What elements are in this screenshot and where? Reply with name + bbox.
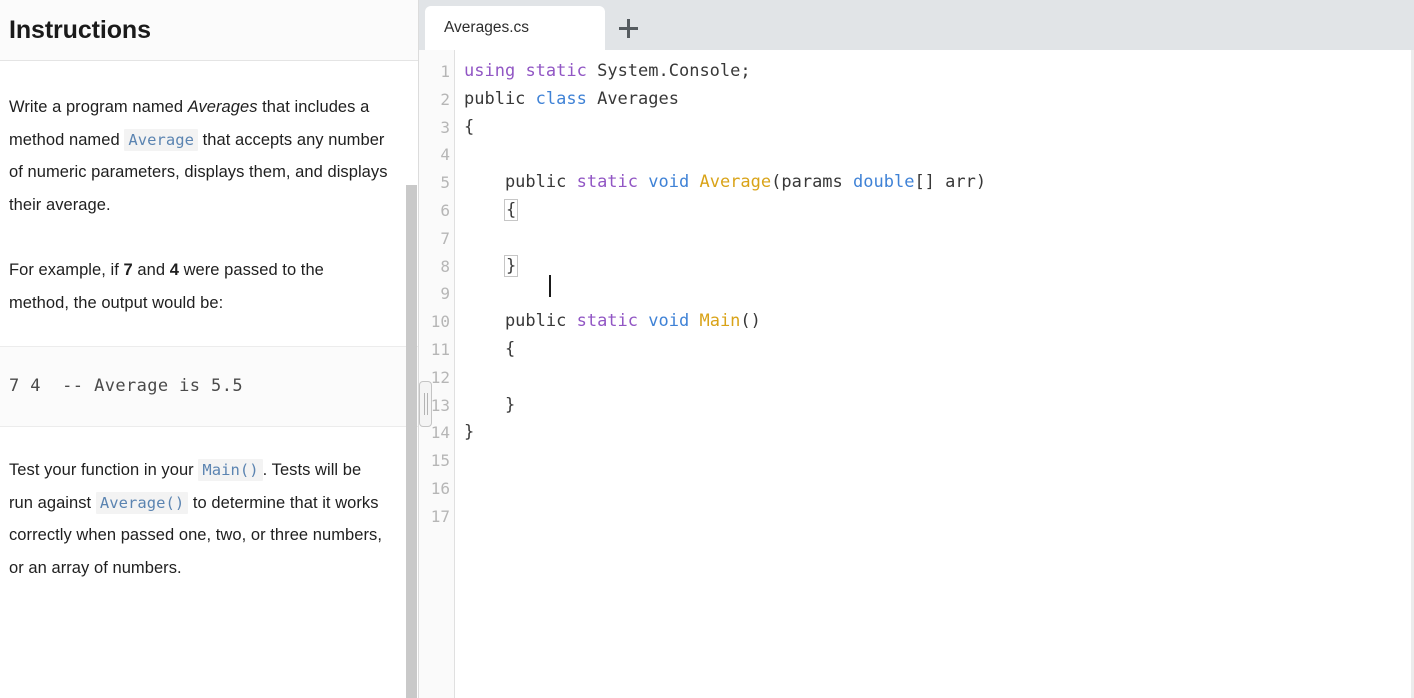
sample-output-text: 7 4 -- Average is 5.5 xyxy=(9,376,243,396)
text-caret xyxy=(549,275,551,297)
drag-handle-icon xyxy=(426,393,428,415)
line-number: 7 xyxy=(440,228,450,248)
line-number: 16 xyxy=(430,478,450,498)
code-token: [] arr) xyxy=(914,172,987,193)
code-token: Average xyxy=(699,172,772,193)
paragraph1-before-emphasis: Write a program named xyxy=(9,98,188,116)
code-token: Main xyxy=(699,311,741,332)
code-token: System.Console; xyxy=(586,61,751,81)
matching-brace: } xyxy=(503,254,519,277)
line-number: 2 xyxy=(440,89,450,109)
paragraph2-between-numbers: and xyxy=(132,261,170,279)
instructions-tail: Test your function in your Main(). Tests… xyxy=(0,427,418,584)
line-number: 8 xyxy=(440,256,450,276)
code-token: static xyxy=(576,311,639,332)
paragraph2-before-first-number: For example, if xyxy=(9,261,124,279)
code-line: public static void Average(params double… xyxy=(464,169,1414,197)
line-number: 10 xyxy=(430,312,450,332)
sample-output-block: 7 4 -- Average is 5.5 xyxy=(0,346,418,427)
code-token: { xyxy=(464,338,516,359)
code-line: public static void Main() xyxy=(464,308,1414,336)
instructions-panel: Instructions Write a program named Avera… xyxy=(0,0,419,698)
code-area[interactable]: 1 2 3 4 5 6 7 8 9 10 11 12 13 14 15 16 17 using static S… xyxy=(419,50,1414,698)
code-line: } xyxy=(464,253,1414,281)
line-number: 11 xyxy=(430,339,450,359)
instructions-scrollbar[interactable] xyxy=(406,185,417,698)
code-token: { xyxy=(464,116,475,137)
code-token: Averages xyxy=(586,88,679,109)
instruction-paragraph-1: Write a program named Averages that incl… xyxy=(0,61,418,221)
instructions-body: Write a program named Averages that incl… xyxy=(0,61,418,698)
tab-averages-cs[interactable]: Averages.cs xyxy=(425,6,605,50)
code-token: static xyxy=(576,172,639,193)
new-tab-button[interactable] xyxy=(605,6,651,50)
page-title: Instructions xyxy=(9,15,151,44)
editor-tabbar: Averages.cs xyxy=(419,0,1414,50)
code-token: static xyxy=(525,61,587,81)
code-token: public xyxy=(464,172,577,193)
line-number: 3 xyxy=(440,117,450,137)
code-editor-panel: Averages.cs 1 2 3 4 5 6 7 8 9 10 11 12 13 14 15 16 17 us… xyxy=(419,0,1414,698)
line-number: 9 xyxy=(440,284,450,304)
code-line: } xyxy=(464,392,1414,420)
code-line: { xyxy=(464,114,1414,142)
plus-icon xyxy=(618,18,638,38)
code-line: public class Averages xyxy=(464,86,1414,114)
instructions-header: Instructions xyxy=(0,0,418,61)
paragraph2-number-four: 4 xyxy=(169,261,179,279)
code-token: public xyxy=(464,88,536,109)
panel-splitter-handle[interactable] xyxy=(419,381,432,427)
code-token: (params xyxy=(771,172,854,193)
code-content[interactable]: using static System.Console; public class… xyxy=(455,50,1414,698)
inline-code-main: Main() xyxy=(198,459,263,481)
instruction-paragraph-2: For example, if 7 and 4 were passed to t… xyxy=(0,221,418,319)
line-number: 6 xyxy=(440,200,450,220)
line-number: 1 xyxy=(440,62,450,81)
code-line: { xyxy=(464,336,1414,364)
code-token: using xyxy=(464,61,516,81)
code-token: void xyxy=(648,172,690,193)
paragraph2-number-seven: 7 xyxy=(123,261,133,279)
line-number: 17 xyxy=(430,506,450,526)
inline-code-average: Average xyxy=(124,128,198,151)
code-line: using static System.Console; xyxy=(464,58,1414,86)
line-number: 4 xyxy=(440,145,450,165)
instruction-paragraph-3: Test your function in your Main(). Tests… xyxy=(0,454,418,584)
drag-handle-icon xyxy=(423,393,425,415)
code-token: } xyxy=(464,422,475,443)
line-number: 15 xyxy=(430,451,450,471)
paragraph1-program-name: Averages xyxy=(187,98,258,116)
code-token: double xyxy=(853,172,915,193)
paragraph3-before-code-main: Test your function in your xyxy=(9,461,199,479)
code-token: class xyxy=(535,88,587,109)
code-token: () xyxy=(740,311,761,332)
inline-code-average-call: Average() xyxy=(95,491,189,514)
code-token: void xyxy=(648,311,690,332)
code-line: } xyxy=(464,419,1414,447)
code-token: public xyxy=(464,311,577,332)
code-line: { xyxy=(464,197,1414,225)
code-token: } xyxy=(464,394,516,415)
matching-brace: { xyxy=(503,198,519,221)
coding-exercise-app: Instructions Write a program named Avera… xyxy=(0,0,1414,698)
tab-label: Averages.cs xyxy=(444,19,530,36)
line-number: 5 xyxy=(440,173,450,193)
line-number-gutter: 1 2 3 4 5 6 7 8 9 10 11 12 13 14 15 16 17 xyxy=(419,50,455,698)
